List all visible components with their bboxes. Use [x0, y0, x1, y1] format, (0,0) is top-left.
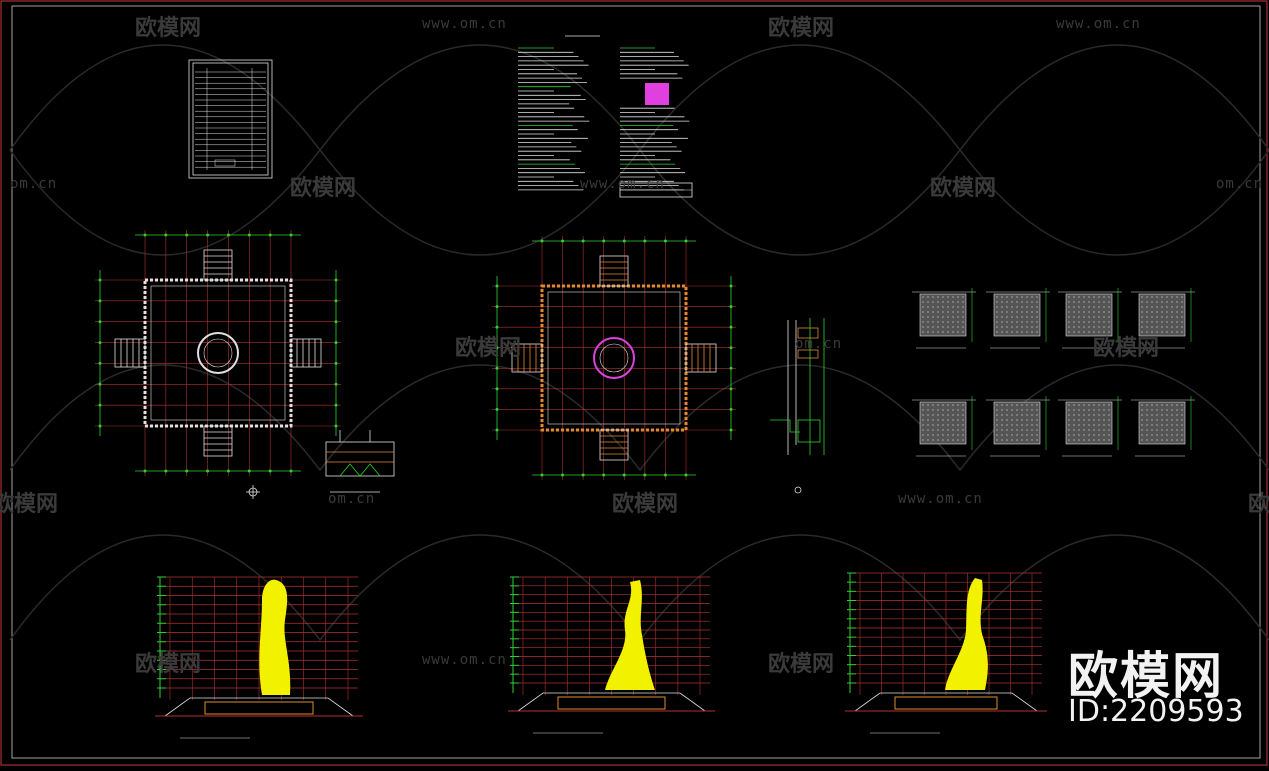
watermark-url: om.cn [1216, 176, 1264, 192]
watermark-brand: 欧模网 [612, 492, 679, 517]
watermark-url: om.cn [328, 491, 376, 507]
paving-pattern-tiles [912, 288, 1195, 457]
model-id-label: ID:2209593 [1068, 694, 1244, 729]
watermark-brand: 欧模网 [768, 16, 835, 41]
watermark-url: om.cn [10, 176, 58, 192]
watermark-brand: 欧模网 [768, 652, 835, 677]
notes-swatch [645, 83, 669, 105]
design-notes-sheet [518, 35, 693, 198]
watermark-brand: 欧模网 [1093, 336, 1160, 361]
watermark-url: www.om.cn [898, 491, 983, 507]
watermark-url: om.cn [795, 336, 843, 352]
watermark-brand: 欧模网 [135, 652, 202, 677]
watermark-brand: 欧模网 [0, 492, 59, 517]
drawing-index-table [188, 59, 273, 179]
watermark-url: www.om.cn [1056, 16, 1141, 32]
watermark-brand: 欧模网 [290, 176, 357, 201]
watermark-url: www.om.cn [422, 652, 507, 668]
cad-drawing-canvas: 欧模网 www.om.cn 欧模网 www.om.cn om.cn 欧模网 ww… [0, 0, 1269, 767]
watermark-url: www.om.cn [580, 176, 665, 192]
elevation-middle [508, 576, 715, 734]
plan-view-middle [492, 236, 736, 480]
elevation-right [845, 572, 1047, 734]
step-detail [325, 430, 395, 493]
watermark-url: www.om.cn [422, 16, 507, 32]
watermark-brand: 欧模网 [455, 336, 522, 361]
watermark-brand: 欧模网 [1248, 492, 1269, 517]
plan-view-left [95, 230, 341, 476]
watermark-brand: 欧模网 [930, 176, 997, 201]
watermark-brand: 欧模网 [135, 16, 202, 41]
